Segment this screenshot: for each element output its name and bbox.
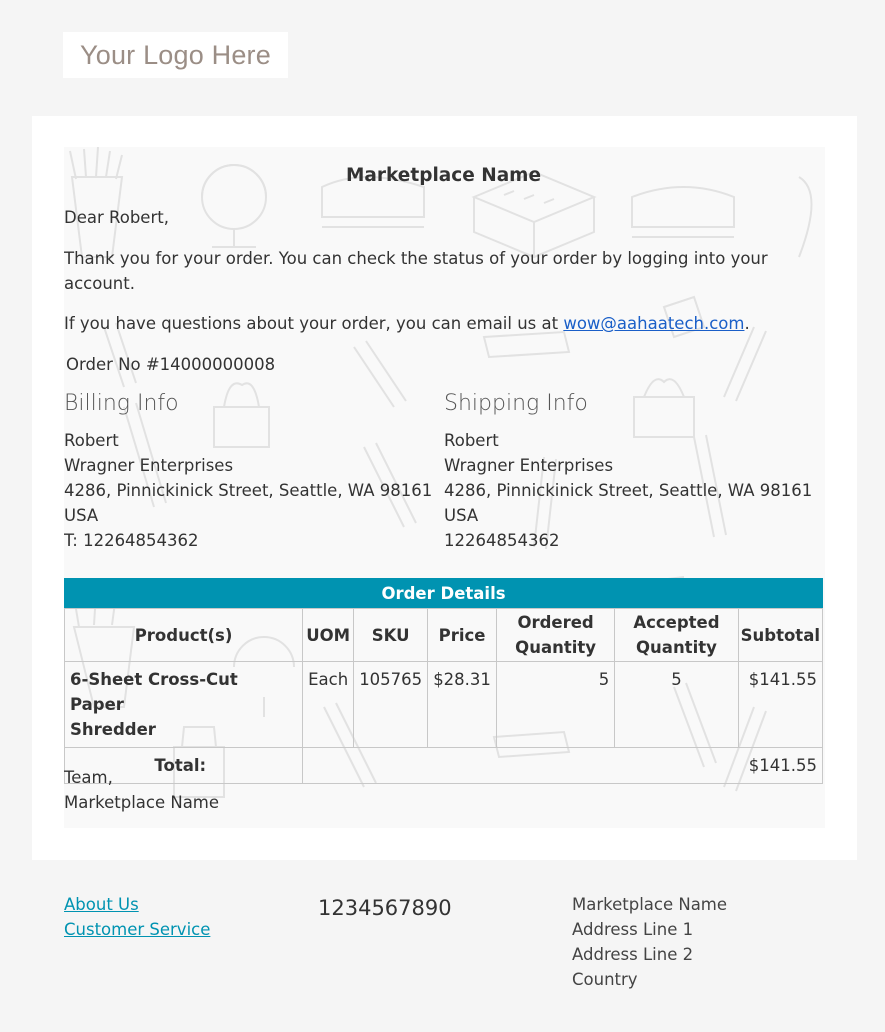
order-items-table: Product(s) UOM SKU Price Ordered Quantity… (64, 608, 824, 784)
col-header-sku: SKU (353, 608, 429, 662)
footer-link-about-us[interactable]: About Us (64, 892, 139, 917)
thank-you-line-2: account. (64, 274, 135, 293)
cell-product: 6-Sheet Cross-Cut Paper Shredder (64, 661, 304, 748)
footer-link-customer-service[interactable]: Customer Service (64, 917, 210, 942)
thank-you-line-1: Thank you for your order. You can check … (64, 249, 768, 268)
table-header-row: Product(s) UOM SKU Price Ordered Quantity… (64, 608, 824, 662)
col-header-accepted-line1: Accepted (633, 613, 720, 632)
product-name-line1: 6-Sheet Cross-Cut Paper (70, 670, 238, 714)
col-header-ordered-line2: Quantity (515, 638, 597, 657)
billing-street: 4286, Pinnickinick Street, Seattle, WA 9… (64, 481, 433, 500)
billing-company: Wragner Enterprises (64, 456, 234, 475)
col-header-price: Price (427, 608, 497, 662)
col-header-accepted-line2: Quantity (636, 638, 717, 657)
product-name-line2: Shredder (70, 720, 156, 739)
signoff-marketplace: Marketplace Name (64, 793, 220, 812)
billing-phone: T: 12264854362 (64, 531, 199, 550)
shipping-company: Wragner Enterprises (444, 456, 614, 475)
billing-heading: Billing Info (64, 391, 179, 416)
cell-uom: Each (302, 661, 355, 748)
shipping-street: 4286, Pinnickinick Street, Seattle, WA 9… (444, 481, 813, 500)
total-row: Total: $141.55 (64, 747, 823, 784)
col-header-uom: UOM (302, 608, 355, 662)
contact-email-link[interactable]: wow@aahaatech.com (563, 314, 744, 333)
signoff-team: Team, (64, 768, 113, 787)
col-header-ordered-qty: Ordered Quantity (495, 608, 616, 662)
cell-sku: 105765 (353, 661, 429, 748)
col-header-product: Product(s) (64, 608, 304, 662)
cell-subtotal: $141.55 (737, 661, 824, 748)
table-row: 6-Sheet Cross-Cut Paper Shredder Each 105… (64, 661, 824, 748)
cell-accepted-qty: 5 (614, 661, 739, 748)
shipping-name: Robert (444, 431, 499, 450)
order-details-header: Order Details (64, 578, 823, 608)
cell-price: $28.31 (427, 661, 497, 748)
cell-ordered-qty: 5 (495, 661, 616, 748)
shipping-phone: 12264854362 (444, 531, 560, 550)
footer-address-line-2: Address Line 1 (572, 920, 694, 939)
email-card: Marketplace Name Dear Robert, Thank you … (32, 116, 857, 860)
questions-suffix: . (744, 314, 750, 333)
order-number: Order No #14000000008 (66, 355, 276, 374)
questions-prefix: If you have questions about your order, … (64, 314, 564, 333)
billing-country: USA (64, 506, 99, 525)
footer-address-line-1: Marketplace Name (572, 895, 728, 914)
shipping-country: USA (444, 506, 479, 525)
email-content: Marketplace Name Dear Robert, Thank you … (64, 147, 825, 828)
billing-name: Robert (64, 431, 119, 450)
logo: Your Logo Here (63, 32, 288, 78)
footer-address-line-4: Country (572, 970, 638, 989)
total-value: $141.55 (302, 747, 823, 784)
questions-paragraph: If you have questions about your order, … (64, 311, 750, 336)
col-header-subtotal: Subtotal (737, 608, 824, 662)
footer-address-line-3: Address Line 2 (572, 945, 694, 964)
greeting: Dear Robert, (64, 208, 169, 227)
footer-phone: 1234567890 (318, 896, 452, 920)
col-header-accepted-qty: Accepted Quantity (614, 608, 739, 662)
shipping-heading: Shipping Info (444, 391, 588, 416)
marketplace-title: Marketplace Name (345, 165, 542, 186)
col-header-ordered-line1: Ordered (517, 613, 594, 632)
email-body: Marketplace Name Dear Robert, Thank you … (64, 147, 825, 828)
